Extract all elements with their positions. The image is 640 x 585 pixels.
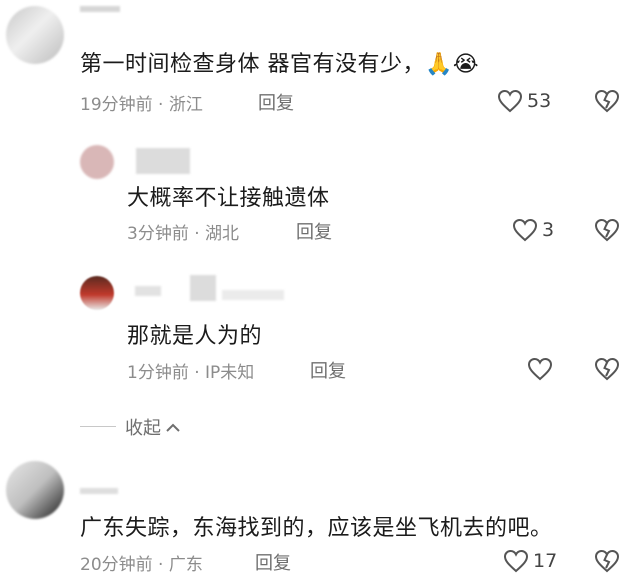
dislike-broken-heart-icon[interactable] — [594, 357, 620, 381]
comment-meta: 20分钟前 · 广东 — [80, 550, 203, 575]
divider — [80, 426, 116, 427]
reply-text: 大概率不让接触遗体 — [127, 186, 330, 211]
like-count: 3 — [542, 219, 555, 241]
reply-meta: 1分钟前 · IP未知 — [127, 358, 254, 383]
reply-username-blurred[interactable] — [190, 275, 216, 301]
dislike-broken-heart-icon[interactable] — [594, 89, 620, 113]
reply-avatar[interactable] — [80, 145, 114, 179]
comment-body: 第一时间检查身体 器官有没有少， — [80, 52, 425, 77]
reply-button[interactable]: 回复 — [310, 357, 346, 383]
like-button[interactable]: 3 — [512, 218, 554, 242]
heart-icon — [512, 218, 538, 242]
like-button[interactable]: 53 — [497, 89, 551, 113]
username-blurred[interactable] — [80, 6, 120, 12]
heart-icon[interactable] — [527, 357, 553, 381]
reply-username-blurred[interactable] — [135, 286, 161, 296]
reply-button[interactable]: 回复 — [296, 218, 332, 244]
reply-text: 那就是人为的 — [127, 324, 263, 349]
like-count: 17 — [533, 550, 558, 572]
reply-avatar[interactable] — [80, 276, 114, 310]
reply-username-blurred[interactable] — [222, 290, 284, 300]
meta-separator: · — [194, 224, 200, 244]
username-blurred[interactable] — [80, 488, 118, 494]
reply-time: 3分钟前 — [127, 224, 189, 244]
comment-location: 广东 — [168, 555, 203, 575]
meta-separator: · — [194, 363, 200, 383]
avatar[interactable] — [6, 6, 64, 64]
reply-username-blurred[interactable] — [136, 148, 190, 174]
reply-time: 1分钟前 — [127, 363, 189, 383]
meta-separator: · — [158, 555, 164, 575]
comment-location: 浙江 — [168, 95, 203, 115]
meta-separator: · — [158, 95, 164, 115]
reply-meta: 3分钟前 · 湖北 — [127, 219, 239, 244]
chevron-up-icon — [165, 421, 181, 433]
emoji-pray-cry: 🙏😭 — [425, 52, 480, 77]
comment-meta: 19分钟前 · 浙江 — [80, 90, 203, 115]
reply-button[interactable]: 回复 — [258, 89, 294, 115]
reply-button[interactable]: 回复 — [255, 549, 291, 575]
collapse-label: 收起 — [125, 418, 161, 439]
comment-text: 第一时间检查身体 器官有没有少，🙏😭 — [80, 46, 479, 78]
heart-icon — [503, 549, 529, 573]
comment-time: 20分钟前 — [80, 555, 153, 575]
heart-icon — [497, 89, 523, 113]
collapse-button[interactable]: 收起 — [125, 414, 181, 440]
like-count: 53 — [527, 90, 552, 112]
comment-text: 广东失踪，东海找到的，应该是坐飞机去的吧。 — [80, 516, 553, 541]
dislike-broken-heart-icon[interactable] — [594, 549, 620, 573]
reply-location: 湖北 — [205, 224, 240, 244]
reply-location: IP未知 — [205, 363, 255, 383]
dislike-broken-heart-icon[interactable] — [594, 218, 620, 242]
avatar[interactable] — [6, 461, 64, 519]
comment-time: 19分钟前 — [80, 95, 153, 115]
like-button[interactable]: 17 — [503, 549, 557, 573]
